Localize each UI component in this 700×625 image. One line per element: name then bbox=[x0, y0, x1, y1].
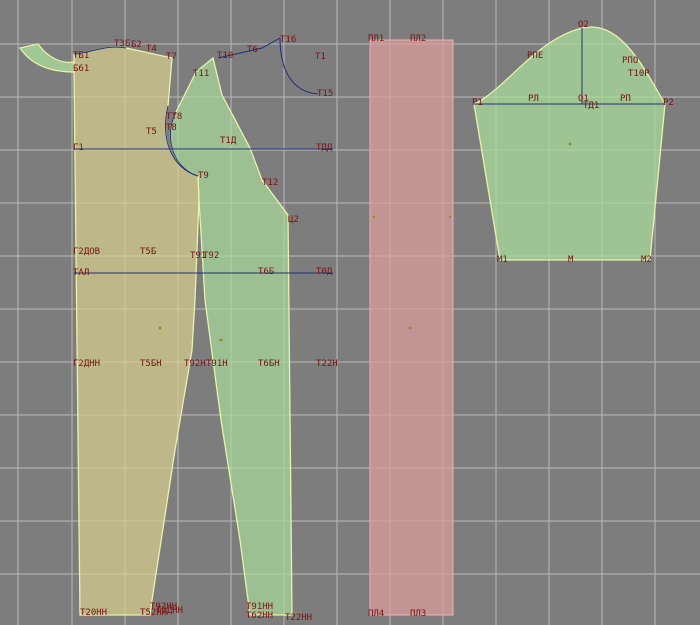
point-label: ТЗБ bbox=[114, 39, 130, 49]
point-label: ПЛ3 bbox=[410, 609, 426, 619]
point-label: Т92Н bbox=[184, 359, 206, 369]
point-label: ПЛ4 bbox=[368, 609, 384, 619]
point-label: Т62НН bbox=[246, 611, 273, 621]
point-label: Т10Р bbox=[628, 69, 650, 79]
point-label: РПО bbox=[622, 56, 638, 66]
point-label: Т9 bbox=[198, 171, 209, 181]
point-label: Р2 bbox=[663, 98, 674, 108]
point-label: М1 bbox=[497, 255, 508, 265]
pattern-canvas[interactable]: ТБ1 Б61 ТЗБ Б2 Т4 Т7 Т5 Т8 ТТ8 Г1 Г2ДОВ … bbox=[0, 0, 700, 625]
point-label: Б2 bbox=[131, 40, 142, 50]
point-label: Т92 bbox=[203, 251, 219, 261]
point-label: Т0Д bbox=[316, 267, 333, 277]
point-label: ТБ1 bbox=[73, 51, 89, 61]
point-label: ПЛ2 bbox=[410, 34, 426, 44]
point-label: Т15 bbox=[317, 89, 333, 99]
point-label: ТД1 bbox=[583, 101, 599, 111]
point-label: Б61 bbox=[73, 64, 89, 74]
point-label: Т22НН bbox=[285, 613, 312, 623]
point-label: Т6 bbox=[247, 45, 258, 55]
point-label: Т7 bbox=[166, 52, 177, 62]
point-label: Т8 bbox=[166, 123, 177, 133]
point-label: Т4 bbox=[146, 44, 157, 54]
point-label: Т22Н bbox=[316, 359, 338, 369]
point-label: Т6Б bbox=[258, 267, 274, 277]
point-label: Т1Д bbox=[220, 136, 237, 146]
point-label: Г2ДОВ bbox=[73, 247, 100, 257]
point-label: Т5БН bbox=[140, 359, 162, 369]
point-label: Р1 bbox=[472, 98, 483, 108]
point-label: Т10 bbox=[217, 51, 233, 61]
point-label: Т12 bbox=[262, 178, 278, 188]
point-label: ТДД bbox=[316, 143, 333, 153]
point-label: Т1 bbox=[315, 52, 326, 62]
point-label: М2 bbox=[641, 255, 652, 265]
point-label: Т92НН bbox=[150, 602, 177, 612]
point-label: ТТ8 bbox=[166, 112, 182, 122]
point-label: Т16 bbox=[280, 35, 296, 45]
point-label: Г1 bbox=[73, 143, 84, 153]
point-label: ПЛ1 bbox=[368, 34, 384, 44]
point-label: Т6БН bbox=[258, 359, 280, 369]
point-label: Т5 bbox=[146, 127, 157, 137]
point-label: Т11 bbox=[193, 69, 209, 79]
point-label: РП bbox=[620, 94, 631, 104]
strip-piece[interactable] bbox=[369, 39, 454, 616]
point-label: ТАЛ bbox=[73, 268, 89, 278]
point-label: М bbox=[568, 255, 574, 265]
point-label: Т5Б bbox=[140, 247, 156, 257]
point-label: Т91Н bbox=[206, 359, 228, 369]
point-label: Г2ДНН bbox=[73, 359, 100, 369]
point-label: РЛ bbox=[528, 94, 539, 104]
point-label: О2 bbox=[578, 20, 589, 30]
point-label: РПЕ bbox=[527, 51, 543, 61]
point-label: Ц2 bbox=[288, 215, 299, 225]
point-label: Т20НН bbox=[80, 608, 107, 618]
